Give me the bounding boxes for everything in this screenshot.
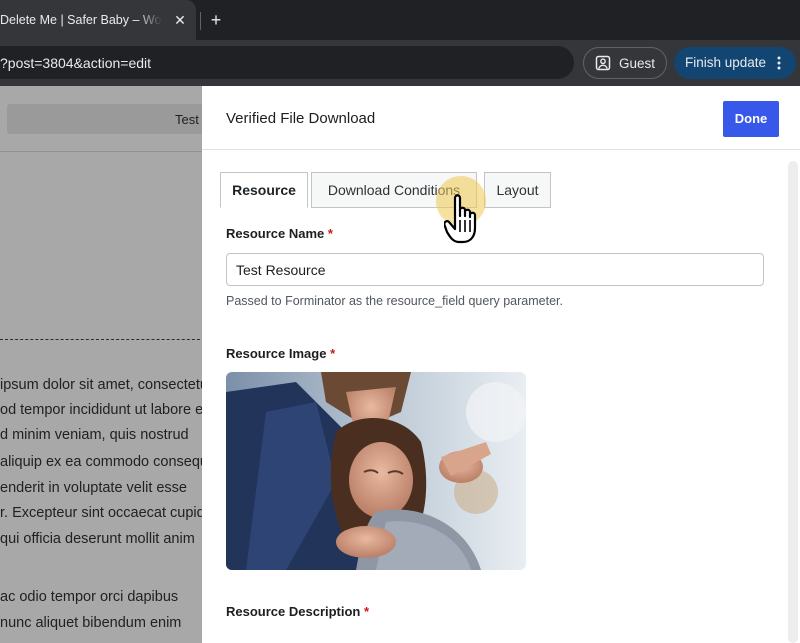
browser-tab-title: Delete Me | Safer Baby – WordPress (0, 13, 162, 27)
required-mark: * (364, 604, 370, 619)
panel-header: Verified File Download Done (202, 86, 800, 150)
browser-toolbar: ?post=3804&action=edit Guest Finish upda… (0, 40, 800, 86)
new-tab-button[interactable]: + (206, 9, 226, 31)
close-icon[interactable]: ✕ (172, 12, 188, 28)
required-mark: * (330, 346, 336, 361)
browser-tab[interactable]: Delete Me | Safer Baby – WordPress ✕ (0, 0, 196, 40)
tab-separator (200, 12, 201, 30)
resource-name-help: Passed to Forminator as the resource_fie… (226, 294, 563, 308)
block-settings-panel: Verified File Download Done Resource Dow… (202, 86, 800, 643)
address-bar-url: ?post=3804&action=edit (0, 55, 152, 71)
finish-update-button[interactable]: Finish update (674, 47, 796, 79)
resource-description-label: Resource Description * (226, 604, 369, 619)
tab-resource[interactable]: Resource (220, 172, 308, 208)
resource-name-label: Resource Name * (226, 226, 333, 241)
editor-page: Test · ipsum dolor sit amet, consectetur… (0, 86, 800, 643)
guest-profile-button[interactable]: Guest (583, 47, 667, 79)
resource-image[interactable] (226, 372, 526, 570)
resource-description-label-text: Resource Description (226, 604, 361, 619)
guest-profile-icon (595, 55, 611, 71)
hand-pointer-icon (444, 194, 477, 244)
resource-image-label: Resource Image * (226, 346, 335, 361)
resource-name-input[interactable] (226, 253, 764, 286)
browser-tabstrip: Delete Me | Safer Baby – WordPress ✕ + (0, 0, 800, 40)
address-bar[interactable]: ?post=3804&action=edit (0, 46, 574, 79)
panel-scrollbar[interactable] (788, 161, 798, 643)
done-button[interactable]: Done (723, 101, 779, 137)
tab-layout[interactable]: Layout (484, 172, 551, 208)
modal-backdrop[interactable] (0, 86, 202, 643)
resource-image-label-text: Resource Image (226, 346, 327, 361)
guest-label: Guest (619, 56, 656, 71)
required-mark: * (327, 226, 333, 241)
finish-update-label: Finish update (685, 55, 767, 70)
resource-name-label-text: Resource Name (226, 226, 325, 241)
kebab-menu-icon[interactable] (774, 55, 784, 71)
panel-title: Verified File Download (226, 110, 376, 127)
